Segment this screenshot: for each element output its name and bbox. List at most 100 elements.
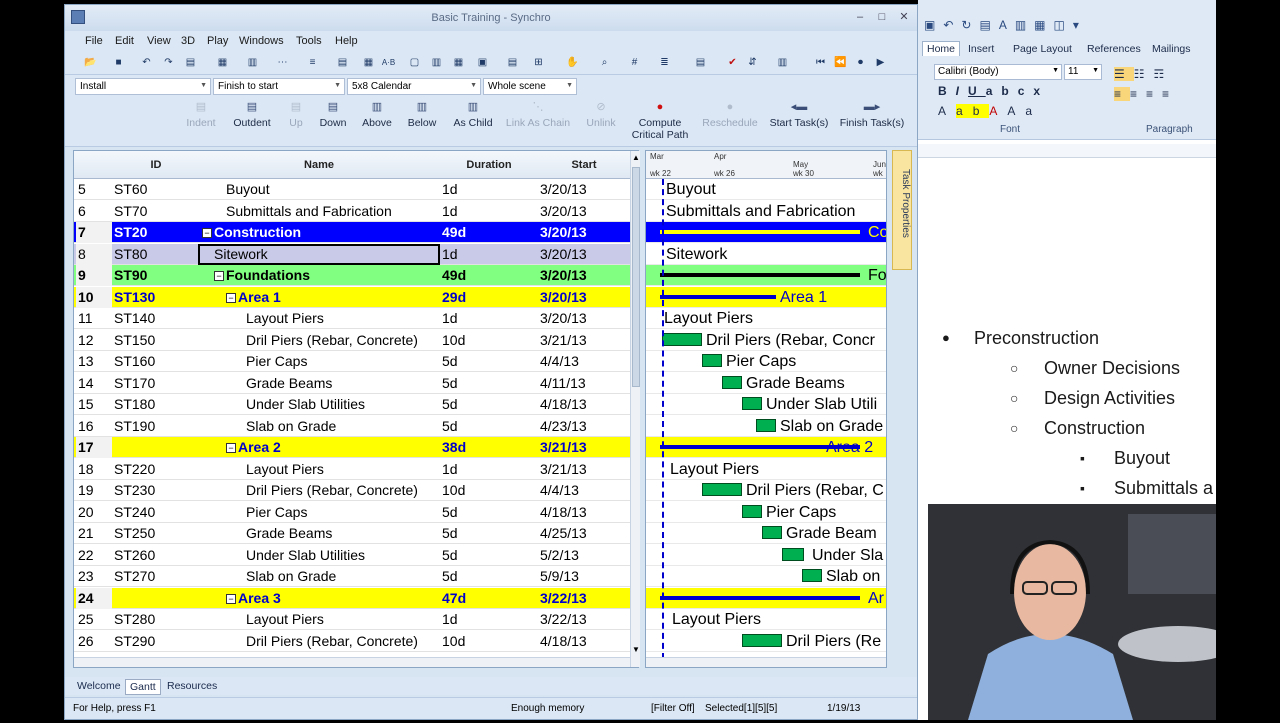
up-button[interactable]: ▤ Up (283, 101, 309, 129)
task-name[interactable]: − Area 3 (198, 588, 440, 609)
task-bar[interactable] (702, 354, 722, 367)
center-button[interactable]: ≡ (1130, 87, 1146, 101)
summary-bar[interactable] (660, 294, 776, 299)
task-name[interactable]: Grade Beams (198, 373, 440, 394)
link-as-chain-button[interactable]: ⋱ Link As Chain (505, 101, 571, 129)
columns-icon[interactable]: ▦ (215, 55, 230, 70)
task-name[interactable]: Slab on Grade (198, 416, 440, 437)
task-bar[interactable] (662, 332, 702, 346)
task-bar[interactable] (756, 418, 776, 432)
scroll-up-icon[interactable]: ▲ (632, 153, 640, 162)
task-bar[interactable] (782, 547, 804, 561)
start-tasks-button[interactable]: ◂▬ Start Task(s) (769, 101, 829, 129)
indent-button[interactable]: ▤ Indent (181, 101, 221, 129)
bullet-text[interactable]: Submittals a (1114, 478, 1213, 499)
menu-3d[interactable]: 3D (181, 35, 195, 47)
task-name[interactable]: Slab on Grade (198, 566, 440, 587)
word-tab-references[interactable]: References (1087, 43, 1141, 55)
table-row[interactable]: 18 ST220 Layout Piers 1d 3/21/13 (74, 459, 630, 480)
table-row[interactable]: 21 ST250 Grade Beams 5d 4/25/13 (74, 523, 630, 544)
play-icon[interactable]: ▶ (873, 55, 888, 70)
table-row[interactable]: 5 ST60 Buyout 1d 3/20/13 (74, 179, 630, 200)
column-id[interactable]: ID (114, 159, 198, 171)
change-case-icon[interactable]: Aa (1007, 104, 1042, 118)
task-bar[interactable] (742, 504, 762, 518)
task-name[interactable]: Layout Piers (198, 308, 440, 329)
bullets-button[interactable]: ☰ (1114, 67, 1134, 81)
align-left-button[interactable]: ≡ (1114, 87, 1131, 101)
bullet-text[interactable]: Owner Decisions (1044, 358, 1180, 379)
table-row[interactable]: 7 ST20− Construction 49d 3/20/13 (74, 222, 630, 243)
task-bar[interactable] (702, 483, 742, 496)
above-button[interactable]: ▥ Above (359, 101, 395, 129)
task-bar[interactable] (742, 633, 782, 647)
bullet-text[interactable]: Design Activities (1044, 388, 1175, 409)
task-name[interactable]: Dril Piers (Rebar, Concrete) (198, 480, 440, 501)
subscript-button[interactable]: x (1033, 84, 1049, 98)
table-row[interactable]: 13 ST160 Pier Caps 5d 4/4/13 (74, 351, 630, 372)
down-button[interactable]: ▤ Down (317, 101, 349, 129)
column-start[interactable]: Start (538, 159, 630, 171)
column-duration[interactable]: Duration (440, 159, 538, 171)
table-icon[interactable]: ▦ (1034, 18, 1053, 32)
collapse-icon[interactable]: − (226, 593, 236, 604)
font-size-combo[interactable]: 11 ▼ (1064, 64, 1102, 80)
task-bar[interactable] (742, 397, 762, 410)
multilevel-button[interactable]: ☶ (1154, 67, 1174, 81)
grid-icon[interactable]: ▤ (335, 55, 350, 70)
levels-icon[interactable]: ≣ (657, 55, 672, 70)
split-icon[interactable]: ⇵ (745, 55, 760, 70)
reschedule-button[interactable]: ● Reschedule (701, 101, 759, 129)
table-row[interactable]: 24− Area 3 47d 3/22/13 (74, 587, 630, 609)
italic-button[interactable]: I (956, 84, 968, 98)
below-button[interactable]: ▥ Below (405, 101, 439, 129)
font-icon[interactable]: A (999, 18, 1015, 32)
task-name[interactable]: Dril Piers (Rebar, Concrete) (198, 631, 440, 652)
numbering-button[interactable]: ☷ (1134, 67, 1154, 81)
menu-play[interactable]: Play (207, 35, 228, 47)
word-tab-page-layout[interactable]: Page Layout (1013, 43, 1072, 55)
table-row[interactable]: 22 ST260 Under Slab Utilities 5d 5/2/13 (74, 545, 630, 566)
font-name-combo[interactable]: Calibri (Body) ▼ (934, 64, 1062, 80)
task-name[interactable]: − Construction (198, 222, 440, 243)
menu-windows[interactable]: Windows (239, 35, 284, 47)
task-name[interactable]: Layout Piers (198, 459, 440, 480)
grid-vertical-scrollbar[interactable]: ▲ ▼ (630, 151, 640, 667)
table-row[interactable]: 17− Area 2 38d 3/21/13 (74, 437, 630, 458)
gantt-horizontal-scrollbar[interactable] (646, 657, 886, 667)
word-tab-insert[interactable]: Insert (968, 43, 994, 55)
bullet-text[interactable]: Buyout (1114, 448, 1170, 469)
undo-icon[interactable]: ↶ (139, 55, 154, 70)
summary-bar[interactable] (660, 273, 860, 277)
collapse-icon[interactable]: − (202, 228, 212, 239)
back-icon[interactable]: ⏪ (833, 55, 848, 70)
redo-icon[interactable]: ↷ (161, 55, 176, 70)
task-name[interactable]: Submittals and Fabrication (198, 201, 440, 222)
table-row[interactable]: 15 ST180 Under Slab Utilities 5d 4/18/13 (74, 394, 630, 415)
table-row[interactable]: 23 ST270 Slab on Grade 5d 5/9/13 (74, 566, 630, 587)
tick-red-icon[interactable]: ✔ (725, 55, 740, 70)
table-row[interactable]: 10 ST130− Area 1 29d 3/20/13 (74, 286, 630, 308)
table-row[interactable]: 8 ST80 Sitework 1d 3/20/13 (74, 243, 630, 265)
stop-icon[interactable]: ⏺ (853, 55, 868, 70)
menu-tools[interactable]: Tools (296, 35, 322, 47)
task-bar[interactable] (762, 526, 782, 539)
highlight-icon[interactable]: ab (956, 104, 990, 118)
grid-horizontal-scrollbar[interactable] (74, 657, 630, 667)
table-row[interactable]: 16 ST190 Slab on Grade 5d 4/23/13 (74, 416, 630, 437)
task-name[interactable]: − Foundations (198, 265, 440, 286)
collapse-icon[interactable]: − (226, 292, 236, 303)
shapes-icon[interactable]: ◫ (1054, 18, 1073, 32)
minimize-button[interactable]: – (851, 10, 869, 24)
column-name[interactable]: Name (198, 159, 440, 171)
close-button[interactable]: ✕ (895, 10, 913, 24)
lines-icon[interactable]: ≡ (305, 55, 320, 70)
text-effects-icon[interactable]: A (938, 104, 956, 118)
chart-icon[interactable]: ▦ (361, 55, 376, 70)
task-properties-tab[interactable]: Task Properties (892, 150, 912, 270)
outdent-button[interactable]: ▤ Outdent (229, 101, 275, 129)
rewind-icon[interactable]: ⏮ (813, 55, 828, 70)
task-bar[interactable] (722, 375, 742, 389)
filter-icon[interactable]: ▤ (183, 55, 198, 70)
task-name[interactable]: Sitework (198, 243, 440, 265)
